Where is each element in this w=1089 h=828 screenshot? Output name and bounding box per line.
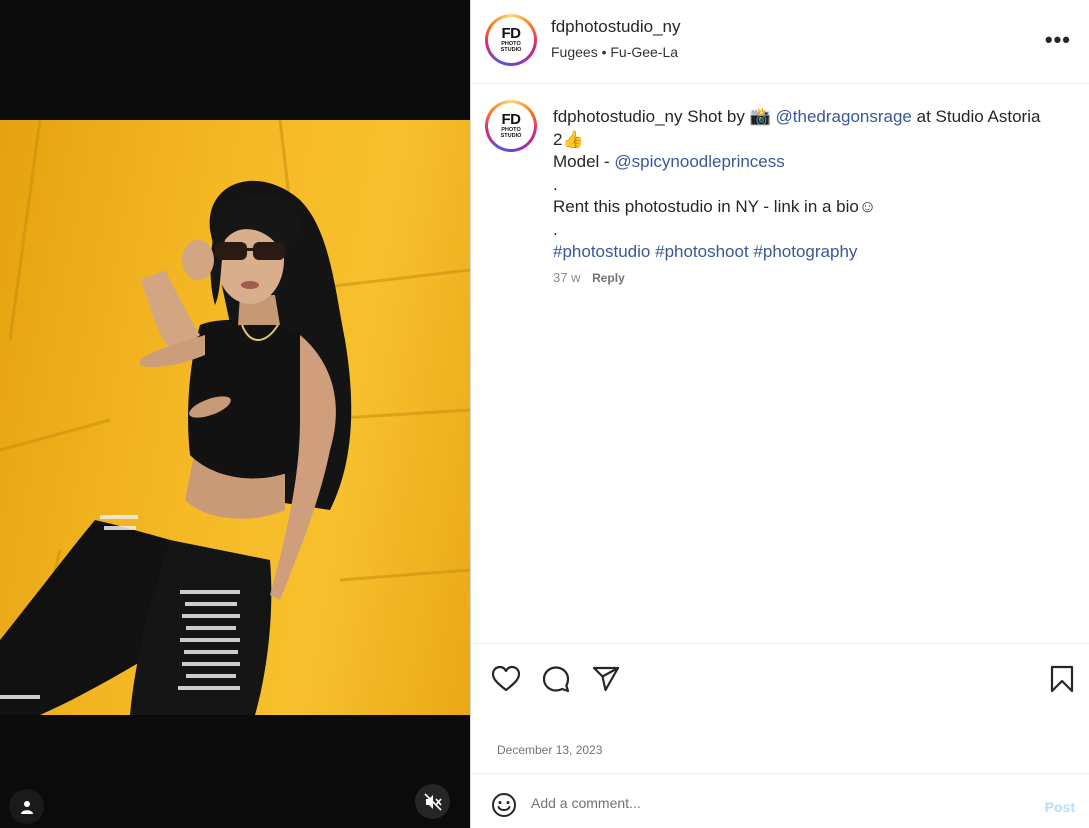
caption-dot: . (553, 174, 558, 194)
mute-toggle-button[interactable] (415, 784, 450, 819)
more-options-icon[interactable]: ••• (1045, 29, 1071, 51)
post-photo[interactable] (0, 120, 470, 715)
photographer-mention-link[interactable]: @thedragonsrage (776, 107, 912, 126)
hashtags: #photostudio #photoshoot #photography (553, 241, 1053, 264)
post-details-panel: FD PHOTO STUDIO fdphotostudio_ny Fugees … (471, 0, 1089, 828)
comment-bar: Post (471, 775, 1089, 828)
avatar[interactable]: FD PHOTO STUDIO (485, 14, 537, 66)
comment-input[interactable] (531, 791, 991, 815)
camera-emoji-icon: 📸 (749, 107, 771, 126)
model-label: Model - (553, 152, 610, 171)
caption-line-1: fdphotostudio_ny Shot by 📸 @thedragonsra… (553, 106, 1053, 151)
heart-icon[interactable] (491, 664, 521, 694)
caption-text: fdphotostudio_ny Shot by 📸 @thedragonsra… (553, 106, 1053, 286)
author-username[interactable]: fdphotostudio_ny (551, 17, 681, 37)
model-mention-link[interactable]: @spicynoodleprincess (614, 152, 784, 171)
caption-shot-by: Shot by (687, 107, 745, 126)
post-header: FD PHOTO STUDIO fdphotostudio_ny Fugees … (471, 0, 1089, 84)
audio-track[interactable]: Fugees • Fu-Gee-La (551, 44, 678, 60)
avatar-logo-subtext: PHOTO STUDIO (500, 127, 522, 140)
user-tag-icon (20, 800, 33, 814)
post-actions: December 13, 2023 (471, 643, 1089, 774)
avatar-logo: FD PHOTO STUDIO (488, 17, 534, 63)
reply-button[interactable]: Reply (592, 271, 625, 285)
caption-avatar[interactable]: FD PHOTO STUDIO (485, 100, 537, 152)
hashtag-link[interactable]: #photostudio (553, 242, 650, 261)
post-date[interactable]: December 13, 2023 (497, 743, 602, 757)
caption-line-model: Model - @spicynoodleprincess (553, 151, 1053, 174)
caption-meta: 37 w Reply (553, 270, 1053, 286)
caption-dot: . (553, 219, 558, 239)
avatar-logo-sub-line2: STUDIO (500, 133, 522, 139)
media-viewer[interactable] (0, 0, 470, 828)
emoji-icon[interactable] (491, 792, 517, 818)
comment-icon[interactable] (541, 664, 571, 694)
tagged-users-button[interactable] (9, 789, 44, 824)
post-comment-button[interactable]: Post (1045, 799, 1075, 815)
caption-rent-line: Rent this photostudio in NY - link in a … (553, 197, 877, 216)
hashtag-link[interactable]: #photoshoot (655, 242, 749, 261)
bookmark-icon[interactable] (1047, 664, 1077, 694)
hashtag-link[interactable]: #photography (753, 242, 857, 261)
avatar-logo-sub-line2: STUDIO (500, 47, 522, 53)
caption-username[interactable]: fdphotostudio_ny (553, 107, 683, 126)
photo-illustration (0, 120, 470, 715)
avatar-logo-text: FD (501, 111, 522, 129)
post-age: 37 w (553, 269, 581, 285)
share-icon[interactable] (591, 664, 621, 694)
avatar-logo-subtext: PHOTO STUDIO (500, 41, 522, 54)
avatar-logo-text: FD (501, 25, 522, 43)
muted-speaker-icon (423, 792, 442, 811)
avatar-logo: FD PHOTO STUDIO (488, 103, 534, 149)
